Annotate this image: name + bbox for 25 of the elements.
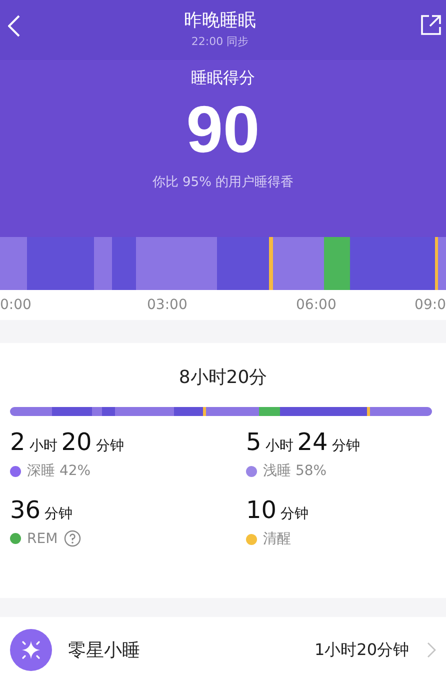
page-title: 昨晚睡眠 [184, 8, 256, 32]
time-label: 03:00 [147, 297, 188, 313]
stage-label: REM [27, 530, 58, 546]
time-label: 06:00 [296, 297, 336, 313]
sleep-score: 90 [186, 91, 260, 168]
total-duration: 8小时20分 [178, 366, 268, 389]
time-label: 0:00 [0, 297, 32, 313]
nap-duration: 1小时20分钟 [314, 640, 409, 660]
nap-title: 零星小睡 [68, 639, 141, 662]
stage-label: 浅睡 58% [263, 462, 327, 480]
stage-segment [10, 407, 52, 416]
stage-label: 清醒 [263, 530, 291, 548]
time-label: 09:0 [414, 297, 446, 313]
sparkle-icon [10, 629, 52, 671]
stage-duration: 10 分钟 [246, 496, 310, 524]
help-icon[interactable] [64, 530, 81, 547]
score-comparison: 你比 95% 的用户睡得香 [152, 174, 294, 191]
stage-label: 深睡 42% [27, 462, 91, 480]
score-label: 睡眠得分 [191, 68, 255, 89]
stage-duration: 2 小时 20 分钟 [10, 428, 125, 456]
stage-duration: 5 小时 24 分钟 [246, 428, 361, 456]
sync-time: 22:00 同步 [191, 34, 249, 48]
stage-duration: 36 分钟 [10, 496, 74, 524]
back-icon[interactable] [8, 15, 20, 37]
share-icon[interactable] [420, 14, 442, 36]
